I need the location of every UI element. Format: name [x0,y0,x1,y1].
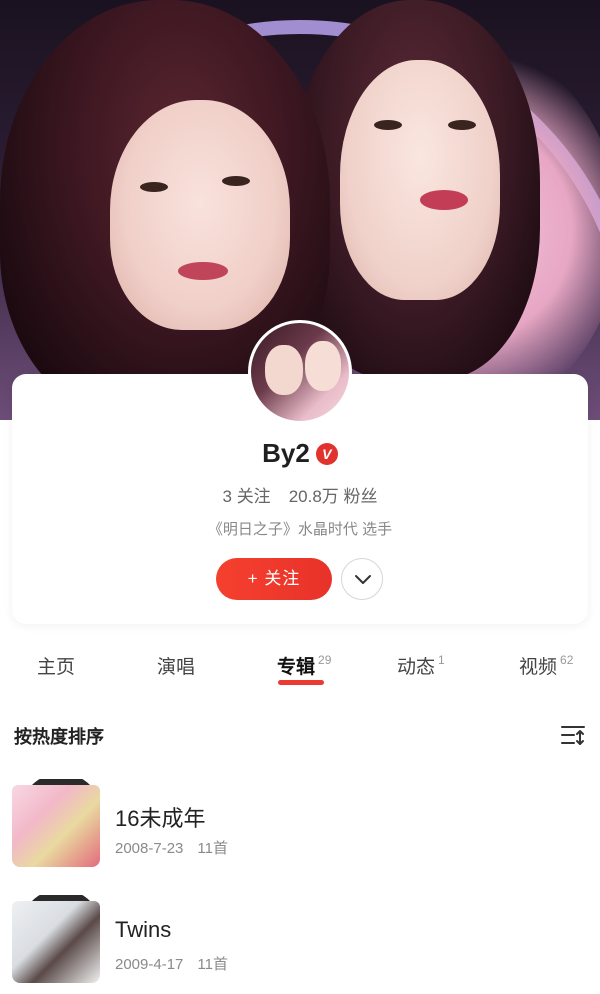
album-cover [12,779,100,867]
active-tab-indicator [278,680,324,685]
list-item[interactable]: 16未成年 2008-7-23 11首 [12,779,588,879]
tab-albums[interactable]: 专辑 29 [277,652,332,685]
tab-activity[interactable]: 动态 1 [397,652,445,679]
banner-lips [178,262,228,280]
avatar-face-right [305,341,341,391]
sort-row: 按热度排序 [14,723,588,751]
verified-badge-icon: V [315,443,338,465]
album-title: Twins [115,917,172,942]
list-item[interactable]: Twins 2009-4-17 11首 [12,895,588,994]
banner-eye [374,120,402,130]
banner-eye [448,120,476,130]
follow-button[interactable]: + 关注 [216,558,332,600]
album-track-count: 11首 [197,956,228,973]
album-title: 16未成年 [115,806,206,831]
tab-label: 主页 [37,657,76,678]
tab-home[interactable]: 主页 [37,652,75,679]
fans-stat[interactable]: 20.8万 粉丝 [289,487,378,506]
avatar[interactable] [248,320,352,424]
album-cover-art [12,785,100,867]
profile-description: 《明日之子》水晶时代 选手 [207,521,393,538]
tab-videos[interactable]: 视频 62 [519,652,573,679]
album-meta: 2008-7-23 11首 [115,837,228,858]
tab-count: 62 [560,653,574,667]
following-stat[interactable]: 3 关注 [222,487,270,506]
fans-label: 粉丝 [343,487,378,506]
profile-name-row: By2 V [0,438,600,469]
tab-label: 视频 [519,657,558,678]
profile-stats: 3 关注 20.8万 粉丝 [0,482,600,507]
album-date: 2008-7-23 [115,840,184,857]
profile-name: By2 [262,438,310,468]
following-count: 3 [222,487,232,506]
album-date: 2009-4-17 [115,956,184,973]
tab-label: 动态 [397,657,436,678]
tab-count: 29 [318,653,332,667]
tab-label: 专辑 [277,657,316,678]
sort-label[interactable]: 按热度排序 [14,727,104,747]
album-meta: 2009-4-17 11首 [115,953,228,974]
banner-eye [140,182,168,192]
fans-count: 20.8万 [288,487,339,506]
tab-songs[interactable]: 演唱 [157,652,195,679]
sort-order-icon[interactable] [560,723,586,747]
following-label: 关注 [236,487,271,506]
chevron-down-icon [355,575,371,584]
album-cover-art [12,901,100,983]
more-options-button[interactable] [341,558,383,600]
tab-count: 1 [438,653,445,667]
avatar-face-left [265,345,303,395]
banner-eye [222,176,250,186]
tab-label: 演唱 [157,657,196,678]
album-track-count: 11首 [197,840,228,857]
profile-tabs: 主页 演唱 专辑 29 动态 1 视频 62 [0,652,600,692]
banner-person-right-face [340,60,500,300]
banner-person-left-face [110,100,290,330]
banner-lips [420,190,468,210]
album-cover [12,895,100,983]
